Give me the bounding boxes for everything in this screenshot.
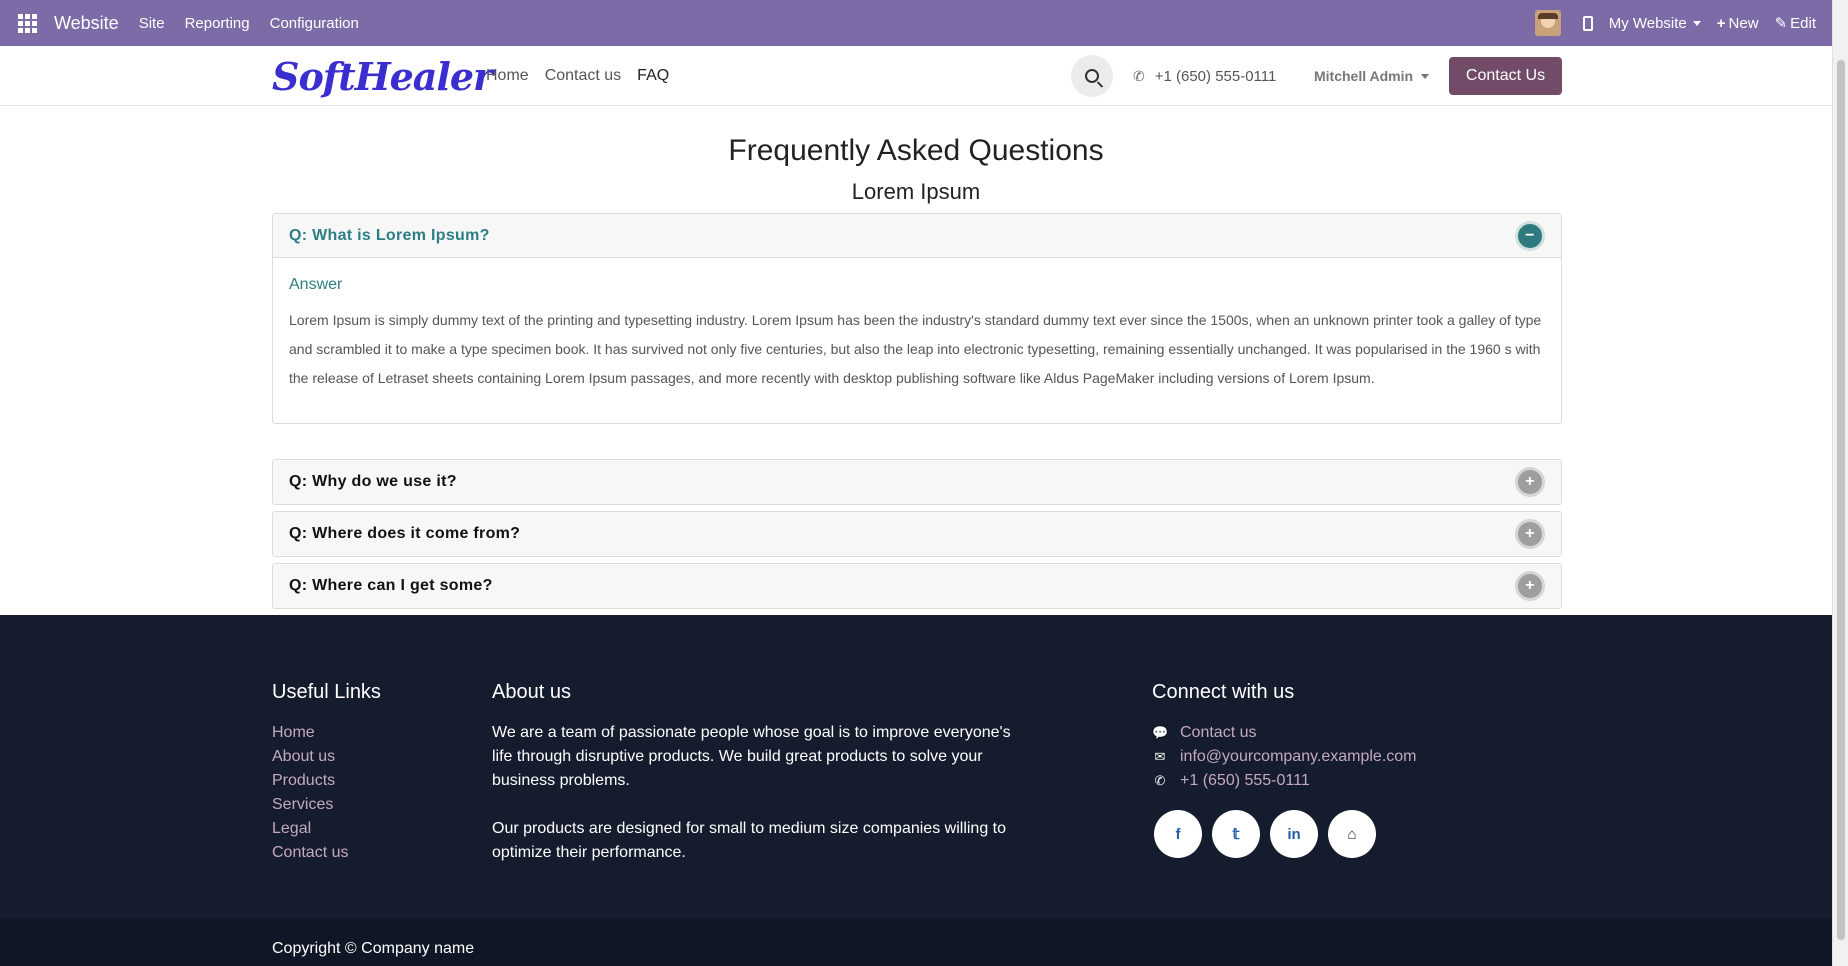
user-menu[interactable]: Mitchell Admin <box>1314 46 1430 106</box>
expand-icon[interactable]: + <box>1515 519 1545 549</box>
app-brand[interactable]: Website <box>54 13 119 34</box>
scrollbar-thumb[interactable] <box>1837 60 1845 940</box>
search-button[interactable] <box>1071 55 1113 97</box>
faq-item: Q: Where does it come from? + <box>272 511 1562 557</box>
expand-icon[interactable]: + <box>1515 467 1545 497</box>
answer-label: Answer <box>289 276 343 293</box>
footer-link-contact-us[interactable]: Contact us <box>272 841 348 865</box>
admin-top-bar: Website Site Reporting Configuration My … <box>0 0 1832 46</box>
envelope-icon: ✉ <box>1154 749 1166 764</box>
website-header: SoftHealer Home Contact us FAQ ✆ +1 (650… <box>0 46 1832 106</box>
website-switcher-label: My Website <box>1608 14 1687 32</box>
about-us-title: About us <box>492 681 571 703</box>
faq-question-header[interactable]: Q: What is Lorem Ipsum? − <box>273 214 1561 258</box>
faq-question: Q: Why do we use it? <box>289 473 457 490</box>
linkedin-icon[interactable]: in <box>1270 810 1318 858</box>
footer-link-services[interactable]: Services <box>272 793 348 817</box>
footer-link-products[interactable]: Products <box>272 769 348 793</box>
about-us-text: We are a team of passionate people whose… <box>492 721 1022 865</box>
chevron-down-icon <box>1692 20 1701 26</box>
connect-email-label: info@yourcompany.example.com <box>1180 748 1417 765</box>
edit-button[interactable]: ✎ Edit <box>1774 14 1816 33</box>
nav-home[interactable]: Home <box>486 67 529 85</box>
connect-title: Connect with us <box>1152 681 1295 703</box>
plus-icon: + <box>1716 14 1726 32</box>
connect-phone-link[interactable]: ✆ +1 (650) 555-0111 <box>1152 769 1417 793</box>
menu-reporting[interactable]: Reporting <box>185 15 250 32</box>
connect-email-link[interactable]: ✉ info@yourcompany.example.com <box>1152 745 1417 769</box>
faq-question: Q: Where can I get some? <box>289 577 493 594</box>
useful-links-list: Home About us Products Services Legal Co… <box>272 721 348 865</box>
home-icon[interactable]: ⌂ <box>1328 810 1376 858</box>
faq-answer-panel: Answer Lorem Ipsum is simply dummy text … <box>273 258 1561 423</box>
menu-configuration[interactable]: Configuration <box>270 15 359 32</box>
contact-us-button[interactable]: Contact Us <box>1449 57 1562 95</box>
user-avatar[interactable] <box>1534 10 1561 36</box>
connect-contact-link[interactable]: 💬 Contact us <box>1152 721 1417 745</box>
facebook-icon[interactable]: f <box>1154 810 1202 858</box>
faq-question: Q: What is Lorem Ipsum? <box>289 226 490 244</box>
header-phone-number: +1 (650) 555-0111 <box>1154 67 1277 85</box>
footer-link-about-us[interactable]: About us <box>272 745 348 769</box>
faq-question-header[interactable]: Q: Where does it come from? + <box>273 512 1561 556</box>
apps-menu-icon[interactable] <box>0 0 54 46</box>
user-menu-label: Mitchell Admin <box>1314 68 1414 84</box>
nav-faq[interactable]: FAQ <box>637 67 669 85</box>
pencil-icon: ✎ <box>1774 15 1788 32</box>
faq-item: Q: What is Lorem Ipsum? − Answer Lorem I… <box>272 213 1562 424</box>
expand-icon[interactable]: + <box>1515 571 1545 601</box>
useful-links-title: Useful Links <box>272 681 381 703</box>
faq-question: Q: Where does it come from? <box>289 525 521 542</box>
footer-link-home[interactable]: Home <box>272 721 348 745</box>
comment-icon: 💬 <box>1152 725 1169 740</box>
site-footer: Useful Links Home About us Products Serv… <box>0 615 1832 919</box>
menu-site[interactable]: Site <box>139 15 165 32</box>
faq-question-header[interactable]: Q: Why do we use it? + <box>273 460 1561 504</box>
phone-icon: ✆ <box>1133 67 1145 84</box>
chevron-down-icon <box>1421 73 1430 79</box>
copyright-text: Copyright © Company name <box>272 940 475 957</box>
connect-phone-label: +1 (650) 555-0111 <box>1180 772 1310 789</box>
about-paragraph: Our products are designed for small to m… <box>492 820 1007 861</box>
footer-link-legal[interactable]: Legal <box>272 817 348 841</box>
connect-contact-label: Contact us <box>1180 724 1257 741</box>
search-icon <box>1085 69 1099 83</box>
new-button[interactable]: + New <box>1717 15 1759 32</box>
new-button-label: New <box>1728 14 1759 32</box>
connect-list: 💬 Contact us ✉ info@yourcompany.example.… <box>1152 721 1417 793</box>
faq-item: Q: Why do we use it? + <box>272 459 1562 505</box>
page-scrollbar[interactable] <box>1832 0 1848 966</box>
faq-category-title: Lorem Ipsum <box>851 179 981 204</box>
mobile-preview-icon[interactable] <box>1582 15 1593 31</box>
site-logo[interactable]: SoftHealer <box>272 54 493 99</box>
edit-button-label: Edit <box>1790 14 1816 32</box>
phone-icon: ✆ <box>1154 773 1166 788</box>
nav-contact-us[interactable]: Contact us <box>545 67 621 85</box>
answer-text: Lorem Ipsum is simply dummy text of the … <box>289 312 1542 386</box>
main-nav: Home Contact us FAQ <box>486 46 669 106</box>
social-links: f 𝕥 in ⌂ <box>1154 810 1376 858</box>
faq-item: Q: Where can I get some? + <box>272 563 1562 609</box>
header-phone[interactable]: ✆ +1 (650) 555-0111 <box>1133 46 1276 106</box>
twitter-icon[interactable]: 𝕥 <box>1212 810 1260 858</box>
copyright-bar: Copyright © Company name <box>0 919 1832 966</box>
about-paragraph: We are a team of passionate people whose… <box>492 724 1011 789</box>
page-title: Frequently Asked Questions <box>728 134 1104 167</box>
website-switcher[interactable]: My Website <box>1609 15 1701 32</box>
collapse-icon[interactable]: − <box>1515 220 1545 251</box>
faq-question-header[interactable]: Q: Where can I get some? + <box>273 564 1561 608</box>
